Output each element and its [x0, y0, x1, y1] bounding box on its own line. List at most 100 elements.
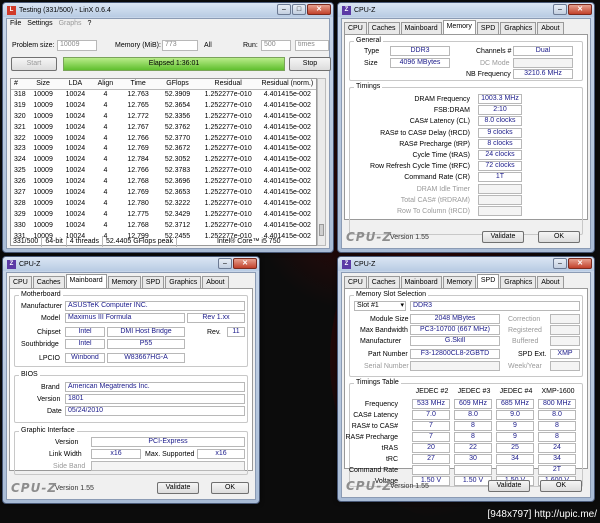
tab-about[interactable]: About: [537, 276, 564, 288]
tab-caches[interactable]: Caches: [367, 22, 400, 34]
tab-mainboard[interactable]: Mainboard: [400, 276, 442, 288]
table-cell: 4: [103, 156, 108, 164]
close-button[interactable]: ✕: [307, 4, 331, 15]
table-row[interactable]: 327 10009 10024 4 12.769 52.3653 1.252277e-010…: [11, 188, 316, 199]
slot-select[interactable]: Slot #1 ▾: [354, 301, 406, 311]
jedec-row-label: CAS# Latency: [353, 412, 398, 419]
start-button[interactable]: Start: [11, 57, 57, 71]
col-size[interactable]: Size: [27, 79, 58, 89]
tab-caches[interactable]: Caches: [32, 276, 65, 288]
tab-spd[interactable]: SPD: [141, 276, 165, 288]
chipset-label: Chipset: [37, 329, 61, 336]
jedec-cell: 25: [496, 443, 534, 453]
table-row[interactable]: 330 10009 10024 4 12.768 52.3712 1.252277e-010…: [11, 221, 316, 232]
model-rev-value: Rev 1.xx: [187, 313, 245, 323]
minimize-button[interactable]: –: [277, 4, 291, 15]
ok-button[interactable]: OK: [540, 480, 582, 492]
ok-button[interactable]: OK: [211, 482, 249, 494]
mainboard-panel: Motherboard Manufacturer ASUSTeK Compute…: [9, 288, 253, 475]
table-row[interactable]: 326 10009 10024 4 12.768 52.3696 1.252277e-010…: [11, 177, 316, 188]
table-row[interactable]: 329 10009 10024 4 12.775 52.3429 1.252277e-010…: [11, 210, 316, 221]
table-cell: 321: [14, 123, 26, 131]
tab-mainboard[interactable]: Mainboard: [65, 274, 107, 288]
stop-button[interactable]: Stop: [289, 57, 331, 71]
validate-button[interactable]: Validate: [482, 231, 524, 243]
table-cell: 4.401415e-002: [263, 123, 311, 131]
tab-cpu[interactable]: CPU: [344, 276, 367, 288]
col-residual[interactable]: Residual: [198, 79, 259, 89]
scrollbar-thumb[interactable]: [319, 224, 324, 236]
table-row[interactable]: 325 10009 10024 4 12.766 52.3783 1.252277e-010…: [11, 166, 316, 177]
tab-about[interactable]: About: [537, 22, 564, 34]
table-cell: 52.3672: [164, 145, 191, 153]
jedec-cell: 7: [412, 432, 450, 442]
rev-value: 11: [227, 327, 245, 337]
jedec-cell: 9: [496, 432, 534, 442]
results-scrollbar[interactable]: [317, 78, 326, 246]
jedec-header: XMP-1600: [541, 388, 575, 395]
table-row[interactable]: 321 10009 10024 4 12.767 52.3762 1.252277e-010…: [11, 123, 316, 134]
tab-graphics[interactable]: Graphics: [500, 276, 537, 288]
tab-memory[interactable]: Memory: [107, 276, 141, 288]
memory-input[interactable]: 773: [162, 40, 198, 51]
validate-button[interactable]: Validate: [488, 480, 530, 492]
tab-memory[interactable]: Memory: [442, 20, 476, 34]
table-cell: 12.766: [127, 134, 149, 142]
validate-button[interactable]: Validate: [157, 482, 199, 494]
col-lda[interactable]: LDA: [59, 79, 92, 89]
table-row[interactable]: 328 10009 10024 4 12.780 52.3222 1.252277e-010…: [11, 199, 316, 210]
table-row[interactable]: 319 10009 10024 4 12.765 52.3654 1.252277e-010…: [11, 101, 316, 112]
close-button[interactable]: ✕: [568, 258, 592, 269]
run-unit-select[interactable]: times: [295, 40, 329, 51]
tab-about[interactable]: About: [202, 276, 229, 288]
slot-type-value: DDR3: [410, 301, 580, 311]
problem-size-input[interactable]: 10009: [57, 40, 97, 51]
minimize-button[interactable]: –: [218, 258, 232, 269]
spd-manufacturer-label: Manufacturer: [360, 338, 402, 345]
tab-graphics[interactable]: Graphics: [165, 276, 202, 288]
table-row[interactable]: 324 10009 10024 4 12.784 52.3052 1.252277e-010…: [11, 155, 316, 166]
menu-graphs[interactable]: Graphs: [59, 19, 82, 29]
table-row[interactable]: 318 10009 10024 4 12.763 52.3909 1.252277e-010…: [11, 90, 316, 101]
jedec-cell: 9.0: [496, 410, 534, 420]
tab-spd[interactable]: SPD: [476, 22, 500, 34]
col-align[interactable]: Align: [92, 79, 119, 89]
all-label[interactable]: All: [204, 42, 212, 49]
col-time[interactable]: Time: [119, 79, 158, 89]
link-width-value: x16: [91, 449, 141, 459]
ok-button[interactable]: OK: [538, 231, 580, 243]
tab-cpu[interactable]: CPU: [9, 276, 32, 288]
tab-cpu[interactable]: CPU: [344, 22, 367, 34]
jedec-cell: 8: [538, 432, 576, 442]
tab-graphics[interactable]: Graphics: [500, 22, 537, 34]
col-residual-norm[interactable]: Residual (norm.): [259, 79, 316, 89]
close-button[interactable]: ✕: [568, 4, 592, 15]
menu-help[interactable]: ?: [88, 19, 92, 29]
tab-caches[interactable]: Caches: [367, 276, 400, 288]
tab-spd[interactable]: SPD: [476, 274, 500, 288]
timing-value: 9 clocks: [478, 127, 522, 138]
jedec-row-label: Frequency: [364, 401, 398, 408]
table-cell: 10009: [33, 101, 53, 109]
close-button[interactable]: ✕: [233, 258, 257, 269]
bios-version-value: 1801: [65, 394, 245, 404]
run-input[interactable]: 500: [261, 40, 291, 51]
col-index[interactable]: #: [11, 79, 27, 89]
timings-label: Timings: [354, 83, 383, 90]
timing-value: 8.0 clocks: [478, 116, 522, 127]
col-gflops[interactable]: GFlops: [157, 79, 197, 89]
table-row[interactable]: 323 10009 10024 4 12.769 52.3672 1.252277e-010…: [11, 144, 316, 155]
maximize-button[interactable]: □: [292, 4, 306, 15]
table-cell: 4.401415e-002: [263, 145, 311, 153]
side-band-label: Side Band: [53, 463, 86, 470]
menu-settings[interactable]: Settings: [27, 19, 52, 29]
menu-file[interactable]: File: [10, 19, 21, 29]
tab-mainboard[interactable]: Mainboard: [400, 22, 442, 34]
minimize-button[interactable]: –: [553, 258, 567, 269]
table-row[interactable]: 320 10009 10024 4 12.772 52.3356 1.252277e-010…: [11, 112, 316, 123]
graphic-interface-label: Graphic Interface: [19, 427, 77, 434]
minimize-button[interactable]: –: [553, 4, 567, 15]
tab-memory[interactable]: Memory: [442, 276, 476, 288]
table-row[interactable]: 322 10009 10024 4 12.766 52.3770 1.252277e-010…: [11, 134, 316, 145]
table-cell: 52.3783: [164, 167, 191, 175]
